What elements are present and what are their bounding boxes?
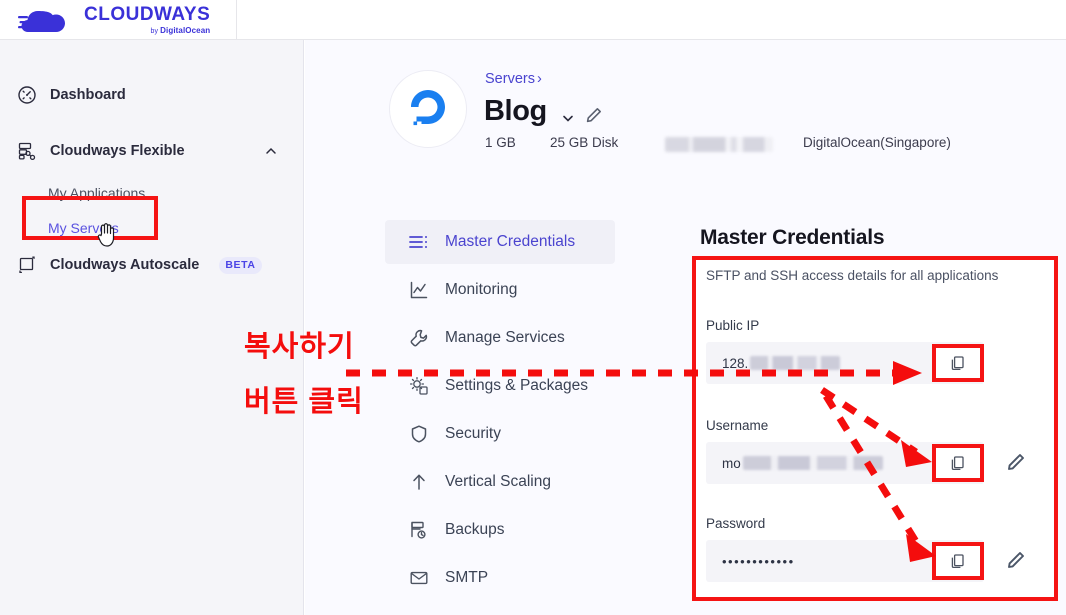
server-nav-label: Manage Services [445,329,565,346]
public-ip-text: 128. [722,355,749,371]
sidebar-item-dashboard[interactable]: Dashboard [0,78,304,112]
mouse-cursor-icon [95,222,117,248]
cloudways-cloud-icon [18,5,76,35]
meta-provider: DigitalOcean(Singapore) [803,135,951,150]
cloudways-logo[interactable]: CLOUDWAYS by DigitalOcean [18,2,232,38]
server-nav-label: SMTP [445,569,489,586]
edit-password-pencil-icon[interactable] [1006,550,1026,570]
brand-byline: by DigitalOcean [84,26,211,36]
server-nav-item-master-credentials[interactable]: Master Credentials [385,220,615,264]
cloudways-wordmark: CLOUDWAYS by DigitalOcean [84,5,210,35]
meta-ram: 1 GB [485,135,516,150]
public-ip-value: 128. [722,355,841,371]
breadcrumb-separator: › [536,71,542,87]
envelope-icon [409,568,429,588]
byline-prefix: by [150,28,161,35]
sidebar-subitem-label: My Applications [48,185,146,201]
byline-text: DigitalOcean [160,26,211,35]
server-nav-label: Security [445,425,501,442]
edit-title-pencil-icon[interactable] [585,106,603,124]
username-value: mo [722,456,883,471]
server-nav-item-smtp[interactable]: SMTP [385,556,615,600]
annotation-line-1: 복사하기 [244,331,355,363]
sidebar-item-cloudways-flexible[interactable]: Cloudways Flexible [0,134,304,168]
server-nav-item-monitoring[interactable]: Monitoring [385,268,615,312]
username-text: mo [722,455,741,471]
app-root: CLOUDWAYS by DigitalOcean Dashboard Clou… [0,0,1066,615]
copy-username-button[interactable] [932,444,984,482]
credentials-subtitle: SFTP and SSH access details for all appl… [706,268,999,283]
password-value: •••••••••••• [722,553,795,569]
edit-username-pencil-icon[interactable] [1006,452,1026,472]
password-label: Password [706,516,766,531]
server-meta-row: 1 GB 25 GB Disk DigitalOcean(Singapore) [485,135,1045,157]
sidebar-item-cloudways-autoscale[interactable]: Cloudways Autoscale BETA [0,248,304,282]
meta-disk: 25 GB Disk [550,135,619,150]
server-nav-label: Backups [445,521,505,538]
topbar-divider [236,0,237,40]
server-nav-item-backups[interactable]: Backups [385,508,615,552]
provider-avatar [389,70,467,148]
brand-name: CLOUDWAYS [84,4,211,25]
server-stack-icon [16,140,38,162]
sidebar-item-label: Dashboard [50,87,126,103]
server-nav-item-settings-packages[interactable]: Settings & Packages [385,364,615,408]
annotation-line-2: 버튼 클릭 [244,386,364,418]
breadcrumb[interactable]: Servers › [485,71,542,87]
username-masked [742,456,883,470]
server-nav-label: Master Credentials [445,233,576,250]
shield-icon [409,424,429,444]
wrench-icon [409,328,429,348]
server-nav-label: Vertical Scaling [445,473,551,490]
credentials-panel: SFTP and SSH access details for all appl… [692,256,1058,601]
public-ip-masked [750,356,841,370]
arrow-up-icon [409,472,429,492]
backup-icon [409,520,429,540]
username-label: Username [706,418,769,433]
sidebar-item-label: Cloudways Autoscale [50,257,200,273]
chevron-down-icon[interactable] [560,110,576,126]
gear-puzzle-icon [409,376,429,396]
copy-password-button[interactable] [932,542,984,580]
credentials-heading: Master Credentials [700,226,885,249]
server-nav-label: Monitoring [445,281,518,298]
digitalocean-icon [406,85,450,134]
server-nav-item-security[interactable]: Security [385,412,615,456]
sidebar-item-my-applications[interactable]: My Applications [0,178,304,208]
speedometer-icon [16,84,38,106]
breadcrumb-servers[interactable]: Servers [485,71,535,87]
public-ip-label: Public IP [706,318,760,333]
page-title: Blog [484,95,547,127]
autoscale-icon [16,254,38,276]
beta-badge: BETA [219,256,262,274]
meta-ip-masked [665,137,773,152]
list-icon [409,232,429,252]
server-nav-label: Settings & Packages [445,377,589,394]
server-nav-item-vertical-scaling[interactable]: Vertical Scaling [385,460,615,504]
top-bar: CLOUDWAYS by DigitalOcean [0,0,1066,40]
chart-line-icon [409,280,429,300]
sidebar-item-label: Cloudways Flexible [50,143,185,159]
sidebar-item-my-servers[interactable]: My Servers [0,213,304,243]
chevron-up-icon[interactable] [264,144,278,158]
copy-public-ip-button[interactable] [932,344,984,382]
server-nav-item-manage-services[interactable]: Manage Services [385,316,615,360]
